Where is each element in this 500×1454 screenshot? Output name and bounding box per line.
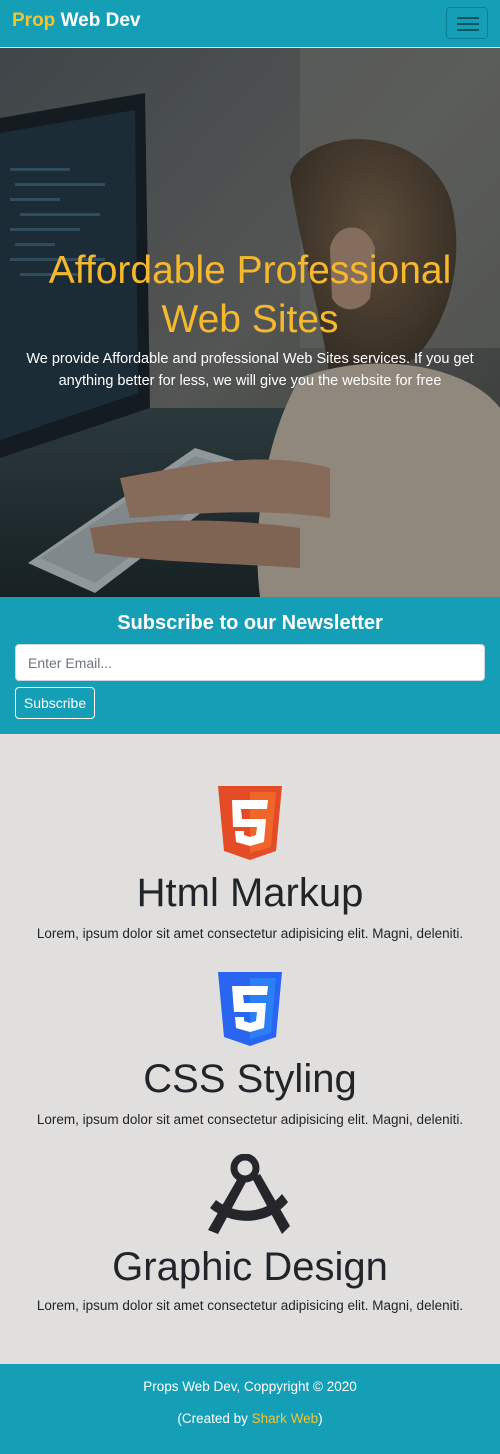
- hamburger-icon: [457, 17, 479, 31]
- shark-web-link[interactable]: Shark Web: [252, 1411, 319, 1426]
- feature-text: Lorem, ipsum dolor sit amet consectetur …: [36, 1112, 464, 1127]
- feature-title: Graphic Design: [112, 1245, 388, 1289]
- feature-graphic: Graphic Design Lorem, ipsum dolor sit am…: [0, 1154, 500, 1324]
- feature-text: Lorem, ipsum dolor sit amet consectetur …: [36, 926, 464, 941]
- newsletter-title: Subscribe to our Newsletter: [117, 612, 383, 634]
- credits-prefix: (Created by: [177, 1411, 252, 1426]
- html5-icon: [218, 786, 282, 860]
- hero-section: Affordable Professional Web Sites We pro…: [0, 48, 500, 597]
- navbar: Prop Web Dev: [0, 0, 500, 48]
- footer-credits: (Created by Shark Web): [0, 1411, 500, 1426]
- feature-title: CSS Styling: [143, 1057, 357, 1101]
- footer: Props Web Dev, Coppyright © 2020 (Create…: [0, 1364, 500, 1454]
- feature-css: CSS Styling Lorem, ipsum dolor sit amet …: [0, 972, 500, 1142]
- features-section: Html Markup Lorem, ipsum dolor sit amet …: [0, 734, 500, 1364]
- brand-logo[interactable]: Prop Web Dev: [12, 10, 140, 32]
- menu-toggle-button[interactable]: [446, 7, 488, 39]
- brand-accent: Prop: [12, 10, 56, 31]
- feature-text: Lorem, ipsum dolor sit amet consectetur …: [36, 1298, 464, 1313]
- footer-copyright: Props Web Dev, Coppyright © 2020: [143, 1379, 357, 1394]
- feature-html: Html Markup Lorem, ipsum dolor sit amet …: [0, 786, 500, 956]
- brand-rest: Web Dev: [60, 10, 141, 31]
- email-input[interactable]: [15, 644, 485, 681]
- credits-suffix: ): [318, 1411, 323, 1426]
- compass-drafting-icon: [208, 1154, 290, 1234]
- css3-icon: [218, 972, 282, 1046]
- hero-title: Affordable Professional Web Sites: [48, 249, 452, 341]
- hero-description: We provide Affordable and professional W…: [26, 351, 474, 389]
- newsletter-section: Subscribe to our Newsletter Subscribe: [0, 597, 500, 734]
- feature-title: Html Markup: [136, 871, 364, 915]
- subscribe-button[interactable]: Subscribe: [15, 687, 95, 719]
